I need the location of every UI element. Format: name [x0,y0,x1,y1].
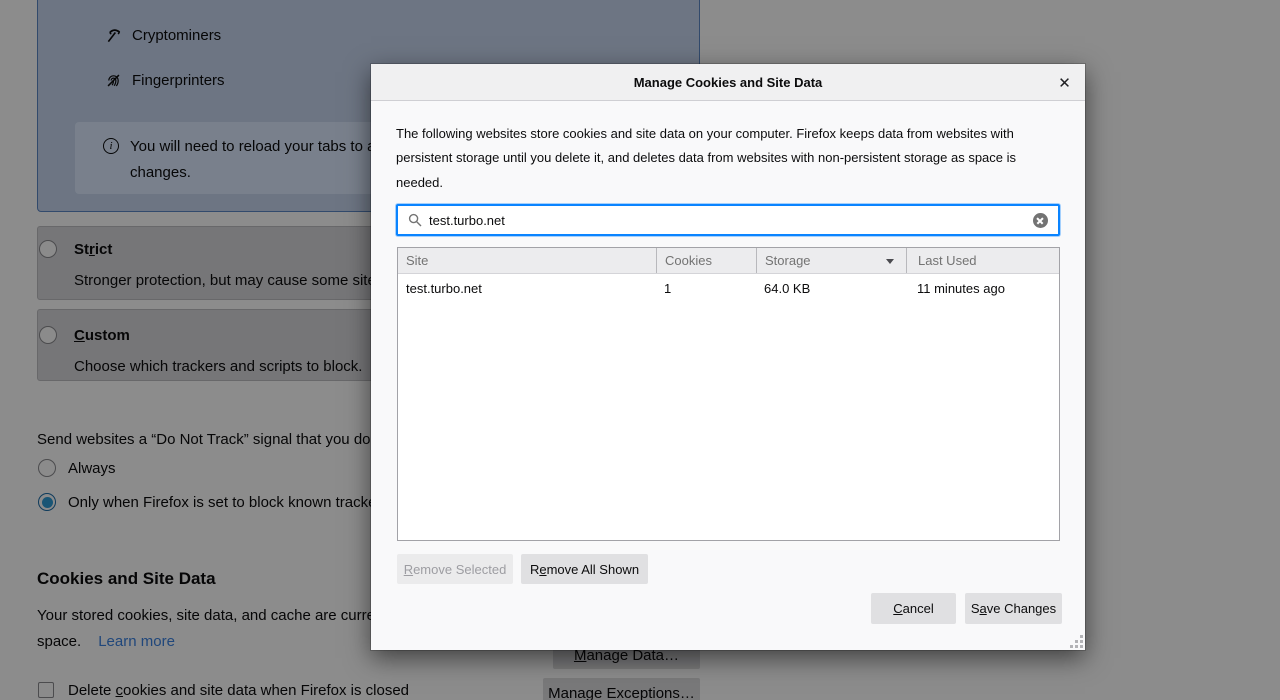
column-header-cookies[interactable]: Cookies [656,248,756,273]
dialog-titlebar: Manage Cookies and Site Data [371,64,1085,101]
cell-cookies: 1 [664,281,672,296]
cell-last-used: 11 minutes ago [917,281,1005,296]
search-input[interactable] [429,212,1026,228]
column-header-last-used[interactable]: Last Used [906,248,1059,273]
site-data-table: Site Cookies Storage Last Used test.turb… [397,247,1060,541]
remove-all-shown-button[interactable]: Re move All Shown [521,554,648,584]
cancel-button[interactable]: Cancel [871,593,956,624]
table-row[interactable]: test.turbo.net 1 64.0 KB 11 minutes ago [398,274,1059,303]
cell-site: test.turbo.net [406,281,482,296]
table-header-row: Site Cookies Storage Last Used [398,248,1059,274]
cell-storage: 64.0 KB [764,281,811,296]
dialog-title: Manage Cookies and Site Data [633,74,823,90]
close-icon[interactable]: ✕ [1053,71,1076,94]
clear-search-icon[interactable] [1033,212,1048,228]
column-header-site[interactable]: Site [398,248,656,273]
resize-grip[interactable] [1070,635,1083,648]
save-changes-button[interactable]: Sa ve Changes [965,593,1062,624]
search-icon [408,213,422,227]
site-search-box [396,204,1060,236]
column-header-storage[interactable]: Storage [756,248,906,273]
dialog-description: The following websites store cookies and… [396,126,1017,190]
firefox-settings-screen: Cryptominers Fingerprinters i You will n… [0,0,1280,700]
sort-descending-icon [886,259,894,264]
manage-cookies-dialog: Manage Cookies and Site Data ✕ The follo… [371,64,1085,650]
remove-selected-button[interactable]: Remove Selected [397,554,513,584]
